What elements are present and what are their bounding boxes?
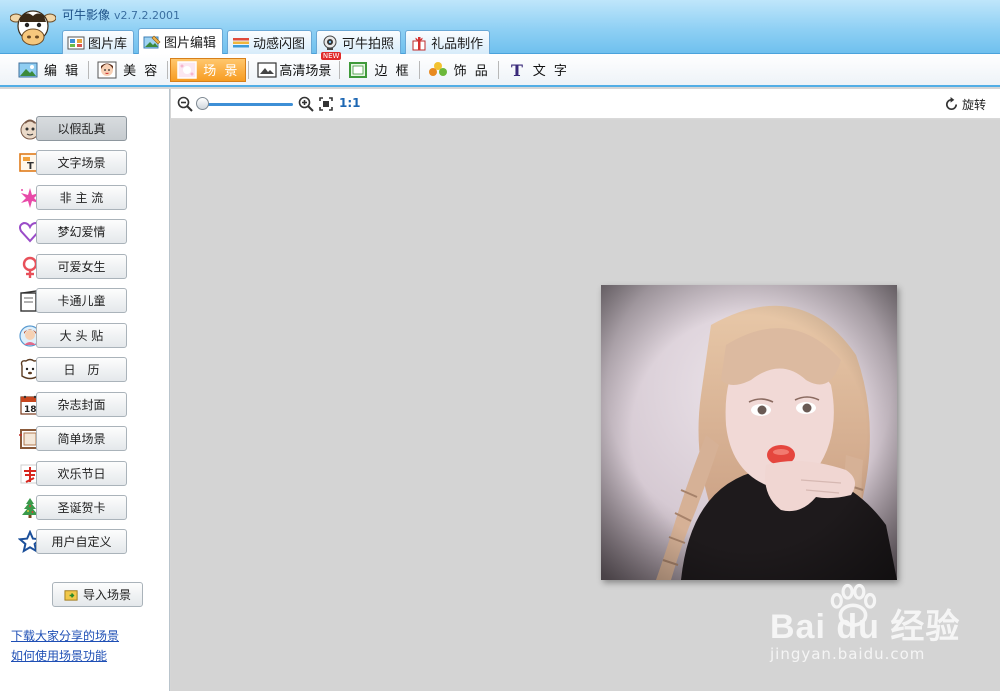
photo-library-icon	[67, 36, 85, 49]
tab-label: 可牛拍照	[342, 37, 395, 52]
scene-btn-label: 杂志封面	[57, 398, 106, 412]
scene-btn-label: 文字场景	[57, 156, 106, 170]
scene-sidebar: 以假乱真 T 文字场景 非 主 流 梦幻爱情 可爱女生 卡通儿童 大 头 贴 日…	[0, 89, 170, 691]
tool-label: 边 框	[374, 64, 411, 79]
scene-btn-label: 卡通儿童	[57, 294, 106, 308]
zoom-slider-handle[interactable]	[196, 97, 209, 110]
how-to-use-scenes-link[interactable]: 如何使用场景功能	[11, 647, 107, 664]
zoom-in-icon[interactable]	[298, 96, 314, 112]
app-title: 可牛影像 v2.7.2.2001	[62, 6, 180, 23]
tool-beauty[interactable]: 美 容	[91, 58, 165, 82]
scene-btn-label: 简单场景	[57, 432, 106, 446]
zoom-bar: 1:1 旋转	[171, 89, 1000, 119]
tab-animated-gif[interactable]: 动感闪图	[227, 30, 313, 54]
text-icon: T	[511, 61, 525, 79]
tab-gift[interactable]: 礼品制作	[405, 30, 491, 54]
baidu-jingyan-watermark: Bai du 经验 jingyan.baidu.com	[770, 583, 970, 675]
tab-label: 动感闪图	[253, 37, 306, 52]
svg-text:18: 18	[24, 405, 37, 415]
tab-label: 礼品制作	[431, 37, 484, 52]
zoom-slider-track[interactable]	[201, 103, 293, 106]
scene-btn-label: 非 主 流	[59, 191, 104, 205]
tab-label: 图片库	[88, 37, 128, 52]
tool-hd-scene[interactable]: 高清场景 NEW	[251, 51, 342, 82]
scene-btn-magazine[interactable]: 杂志封面	[36, 392, 127, 417]
title-bar: 可牛影像 v2.7.2.2001 图片库 图片编辑 动感闪图 可牛拍照 礼品制作	[0, 0, 1000, 54]
edit-toolbar: 编 辑 美 容 场 景 高清场景 NEW 边 框 饰 品 T 文 字	[0, 51, 1000, 87]
scene-btn-festival[interactable]: 欢乐节日	[36, 461, 127, 486]
import-scene-label: 导入场景	[82, 588, 131, 602]
app-name: 可牛影像	[62, 8, 111, 22]
toolbar-divider	[248, 60, 250, 79]
app-version: v2.7.2.2001	[114, 9, 181, 22]
animated-gif-icon	[233, 37, 250, 47]
webcam-icon	[323, 35, 337, 50]
rotate-button[interactable]: 旋转	[944, 96, 986, 113]
scene-btn-sticker[interactable]: 大 头 贴	[36, 323, 127, 348]
rotate-icon	[945, 97, 958, 110]
fit-to-window-icon[interactable]	[319, 97, 333, 111]
scene-btn-label: 用户自定义	[51, 535, 112, 549]
frame-icon	[349, 61, 368, 78]
edited-photo[interactable]	[601, 285, 897, 580]
scene-btn-label: 以假乱真	[57, 122, 106, 136]
scene-btn-label: 大 头 贴	[59, 329, 104, 343]
scene-btn-christmas[interactable]: 圣诞贺卡	[36, 495, 127, 520]
svg-text:T: T	[511, 61, 525, 79]
tool-decoration[interactable]: 饰 品	[422, 58, 496, 82]
tool-label: 编 辑	[44, 64, 81, 79]
toolbar-divider	[88, 60, 90, 79]
scene-btn-love[interactable]: 梦幻爱情	[36, 219, 127, 244]
scene-btn-cute-girl[interactable]: 可爱女生	[36, 254, 127, 279]
tab-label: 图片编辑	[164, 36, 217, 51]
scene-btn-label: 欢乐节日	[57, 467, 106, 481]
toolbar-divider	[418, 60, 420, 79]
tab-photo-library[interactable]: 图片库	[62, 30, 135, 54]
new-badge: NEW	[320, 51, 342, 60]
beauty-face-icon	[97, 61, 117, 78]
import-scene-button[interactable]: 导入场景	[52, 582, 143, 607]
tool-label: 美 容	[123, 64, 160, 79]
scene-btn-custom[interactable]: 用户自定义	[36, 529, 127, 554]
photo-edit-icon	[143, 35, 161, 48]
zoom-out-icon[interactable]	[177, 96, 193, 112]
import-folder-icon	[64, 590, 78, 601]
tab-webcam[interactable]: 可牛拍照	[316, 30, 402, 54]
toolbar-divider	[497, 60, 499, 79]
tool-frame[interactable]: 边 框	[342, 58, 416, 82]
gift-icon	[412, 36, 426, 50]
tool-text[interactable]: T 文 字	[501, 58, 575, 82]
toolbar-divider	[167, 60, 169, 79]
main-tabs: 图片库 图片编辑 动感闪图 可牛拍照 礼品制作	[62, 28, 491, 54]
scene-btn-alternative[interactable]: 非 主 流	[36, 185, 127, 210]
watermark-title: Bai du 经验	[770, 608, 961, 646]
scene-btn-label: 梦幻爱情	[57, 225, 106, 239]
scene-icon	[177, 60, 198, 79]
actual-size-button[interactable]: 1:1	[339, 96, 361, 110]
tab-photo-edit[interactable]: 图片编辑	[138, 28, 224, 54]
edit-landscape-icon	[18, 62, 38, 77]
scene-btn-cartoon[interactable]: 卡通儿童	[36, 288, 127, 313]
tool-label: 饰 品	[453, 64, 490, 79]
toolbar-divider	[339, 60, 341, 79]
scene-btn-label: 日 历	[63, 363, 100, 377]
hd-scene-icon	[257, 61, 278, 78]
rotate-label: 旋转	[961, 98, 986, 112]
scene-btn-text[interactable]: 文字场景	[36, 150, 127, 175]
tool-label: 场 景	[203, 64, 240, 79]
cow-logo-icon	[10, 10, 56, 46]
tool-label: 高清场景	[279, 64, 332, 79]
download-shared-scenes-link[interactable]: 下载大家分享的场景	[11, 627, 119, 644]
scene-btn-label: 可爱女生	[57, 260, 106, 274]
tool-edit[interactable]: 编 辑	[12, 58, 86, 82]
svg-text:T: T	[27, 161, 34, 172]
decoration-icon	[428, 61, 447, 76]
scene-btn-calendar[interactable]: 日 历	[36, 357, 127, 382]
watermark-url: jingyan.baidu.com	[770, 645, 926, 663]
tool-label: 文 字	[532, 64, 569, 79]
tool-scene[interactable]: 场 景	[170, 57, 247, 82]
scene-btn-realistic[interactable]: 以假乱真	[36, 116, 127, 141]
scene-btn-label: 圣诞贺卡	[57, 501, 106, 515]
scene-btn-simple[interactable]: 简单场景	[36, 426, 127, 451]
